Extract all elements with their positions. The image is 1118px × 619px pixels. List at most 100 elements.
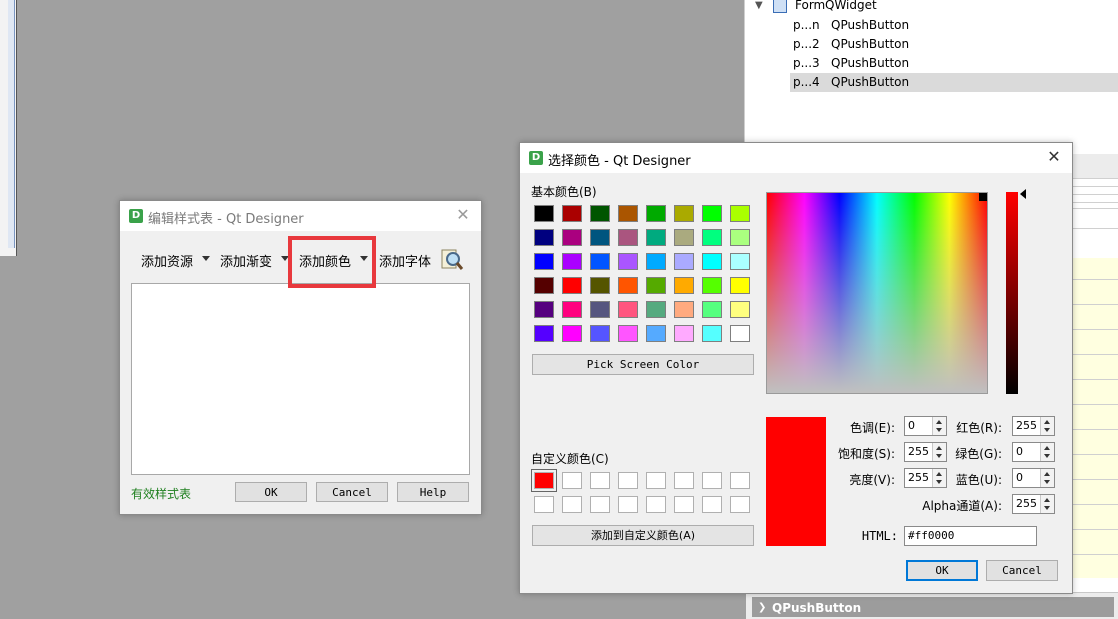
basic-color-swatch[interactable]: [590, 253, 610, 270]
pick-screen-color-button[interactable]: Pick Screen Color: [532, 354, 754, 375]
basic-color-swatch[interactable]: [562, 229, 582, 246]
custom-color-swatch[interactable]: [534, 496, 554, 513]
custom-color-swatch[interactable]: [702, 496, 722, 513]
custom-color-swatch[interactable]: [730, 472, 750, 489]
custom-color-swatch[interactable]: [730, 496, 750, 513]
picker-crosshair[interactable]: [979, 193, 987, 201]
basic-color-swatch[interactable]: [534, 277, 554, 294]
basic-color-swatch[interactable]: [674, 325, 694, 342]
basic-color-swatch[interactable]: [702, 229, 722, 246]
basic-color-swatch[interactable]: [674, 277, 694, 294]
basic-color-swatch[interactable]: [562, 253, 582, 270]
basic-color-swatch[interactable]: [702, 325, 722, 342]
basic-color-swatch[interactable]: [646, 301, 666, 318]
basic-color-swatch[interactable]: [562, 277, 582, 294]
basic-color-swatch[interactable]: [618, 301, 638, 318]
basic-color-swatch[interactable]: [730, 301, 750, 318]
basic-color-swatch[interactable]: [590, 301, 610, 318]
custom-color-swatch[interactable]: [562, 472, 582, 489]
basic-color-swatch[interactable]: [618, 205, 638, 222]
basic-color-swatch[interactable]: [730, 325, 750, 342]
add-gradient-button[interactable]: 添加渐变: [220, 251, 272, 270]
object-tree-row[interactable]: p...3 QPushButton: [745, 54, 1118, 73]
object-tree-row-form[interactable]: ▼ Form QWidget: [745, 0, 1118, 15]
add-resource-button[interactable]: 添加资源: [141, 251, 193, 270]
close-icon[interactable]: ✕: [453, 205, 473, 224]
ok-button[interactable]: OK: [235, 482, 307, 502]
basic-color-swatch[interactable]: [534, 205, 554, 222]
cancel-button[interactable]: Cancel: [316, 482, 388, 502]
basic-color-swatch[interactable]: [702, 253, 722, 270]
basic-color-swatch[interactable]: [674, 253, 694, 270]
basic-color-swatch[interactable]: [674, 301, 694, 318]
basic-color-swatch[interactable]: [534, 325, 554, 342]
basic-color-swatch[interactable]: [646, 253, 666, 270]
luminance-slider[interactable]: [1006, 192, 1018, 394]
basic-color-swatch[interactable]: [674, 205, 694, 222]
basic-color-swatch[interactable]: [534, 229, 554, 246]
object-tree-row[interactable]: p...n QPushButton: [745, 16, 1118, 35]
html-color-input[interactable]: #ff0000: [904, 526, 1037, 546]
custom-color-swatch[interactable]: [618, 472, 638, 489]
basic-color-swatch[interactable]: [702, 205, 722, 222]
basic-color-swatch[interactable]: [534, 301, 554, 318]
custom-color-swatch[interactable]: [646, 496, 666, 513]
stylesheet-text-edit[interactable]: [131, 283, 470, 475]
basic-color-swatch[interactable]: [590, 325, 610, 342]
qt-designer-icon: D: [529, 151, 543, 165]
basic-color-swatch[interactable]: [674, 229, 694, 246]
basic-color-swatch[interactable]: [618, 277, 638, 294]
green-spinbox[interactable]: 0: [1012, 442, 1055, 462]
find-font-magnifier-icon[interactable]: [440, 248, 464, 272]
basic-color-swatch[interactable]: [590, 205, 610, 222]
custom-color-swatch[interactable]: [646, 472, 666, 489]
basic-color-swatch[interactable]: [534, 253, 554, 270]
object-tree-row[interactable]: p...2 QPushButton: [745, 35, 1118, 54]
add-font-button[interactable]: 添加字体: [379, 251, 431, 270]
custom-color-swatch[interactable]: [618, 496, 638, 513]
red-spinbox[interactable]: 255: [1012, 416, 1055, 436]
basic-color-swatch[interactable]: [730, 253, 750, 270]
basic-color-swatch[interactable]: [730, 229, 750, 246]
custom-color-swatch[interactable]: [674, 496, 694, 513]
alpha-label: Alpha通道(A):: [922, 499, 1002, 513]
basic-color-swatch[interactable]: [618, 253, 638, 270]
basic-color-swatch[interactable]: [590, 277, 610, 294]
basic-color-swatch[interactable]: [562, 325, 582, 342]
hue-saturation-picker[interactable]: [766, 192, 988, 394]
add-to-custom-colors-button[interactable]: 添加到自定义颜色(A): [532, 525, 754, 546]
basic-color-swatch[interactable]: [702, 277, 722, 294]
blue-spinbox[interactable]: 0: [1012, 468, 1055, 488]
basic-color-swatch[interactable]: [730, 205, 750, 222]
basic-color-swatch[interactable]: [646, 229, 666, 246]
custom-color-swatch[interactable]: [562, 496, 582, 513]
object-tree-row-selected[interactable]: p...4 QPushButton: [790, 73, 1118, 92]
basic-color-swatch[interactable]: [590, 229, 610, 246]
custom-color-swatch[interactable]: [531, 469, 557, 492]
close-icon[interactable]: ✕: [1044, 147, 1064, 166]
basic-color-swatch[interactable]: [562, 301, 582, 318]
ok-button[interactable]: OK: [906, 560, 978, 581]
basic-color-swatch[interactable]: [646, 205, 666, 222]
color-dialog-titlebar[interactable]: D 选择颜色 - Qt Designer ✕: [520, 143, 1072, 173]
dropdown-arrow-icon[interactable]: [202, 256, 210, 261]
custom-color-swatch[interactable]: [674, 472, 694, 489]
basic-color-swatch[interactable]: [646, 277, 666, 294]
property-group-header[interactable]: ❯ QPushButton: [752, 597, 1114, 617]
alpha-spinbox[interactable]: 255: [1012, 494, 1055, 514]
basic-color-swatch[interactable]: [618, 229, 638, 246]
basic-color-swatch[interactable]: [730, 277, 750, 294]
custom-color-swatch[interactable]: [702, 472, 722, 489]
basic-color-swatch[interactable]: [618, 325, 638, 342]
basic-color-swatch[interactable]: [562, 205, 582, 222]
custom-color-swatch[interactable]: [590, 496, 610, 513]
basic-color-swatch[interactable]: [646, 325, 666, 342]
basic-colors-label: 基本颜色(B): [531, 185, 597, 199]
stylesheet-dialog-titlebar[interactable]: D 编辑样式表 - Qt Designer ✕: [120, 201, 481, 231]
cancel-button[interactable]: Cancel: [986, 560, 1058, 581]
basic-color-swatch[interactable]: [702, 301, 722, 318]
custom-color-swatch[interactable]: [590, 472, 610, 489]
luminance-pointer-icon[interactable]: [1020, 189, 1026, 199]
help-button[interactable]: Help: [397, 482, 469, 502]
tree-expand-icon[interactable]: ▼: [755, 0, 763, 15]
